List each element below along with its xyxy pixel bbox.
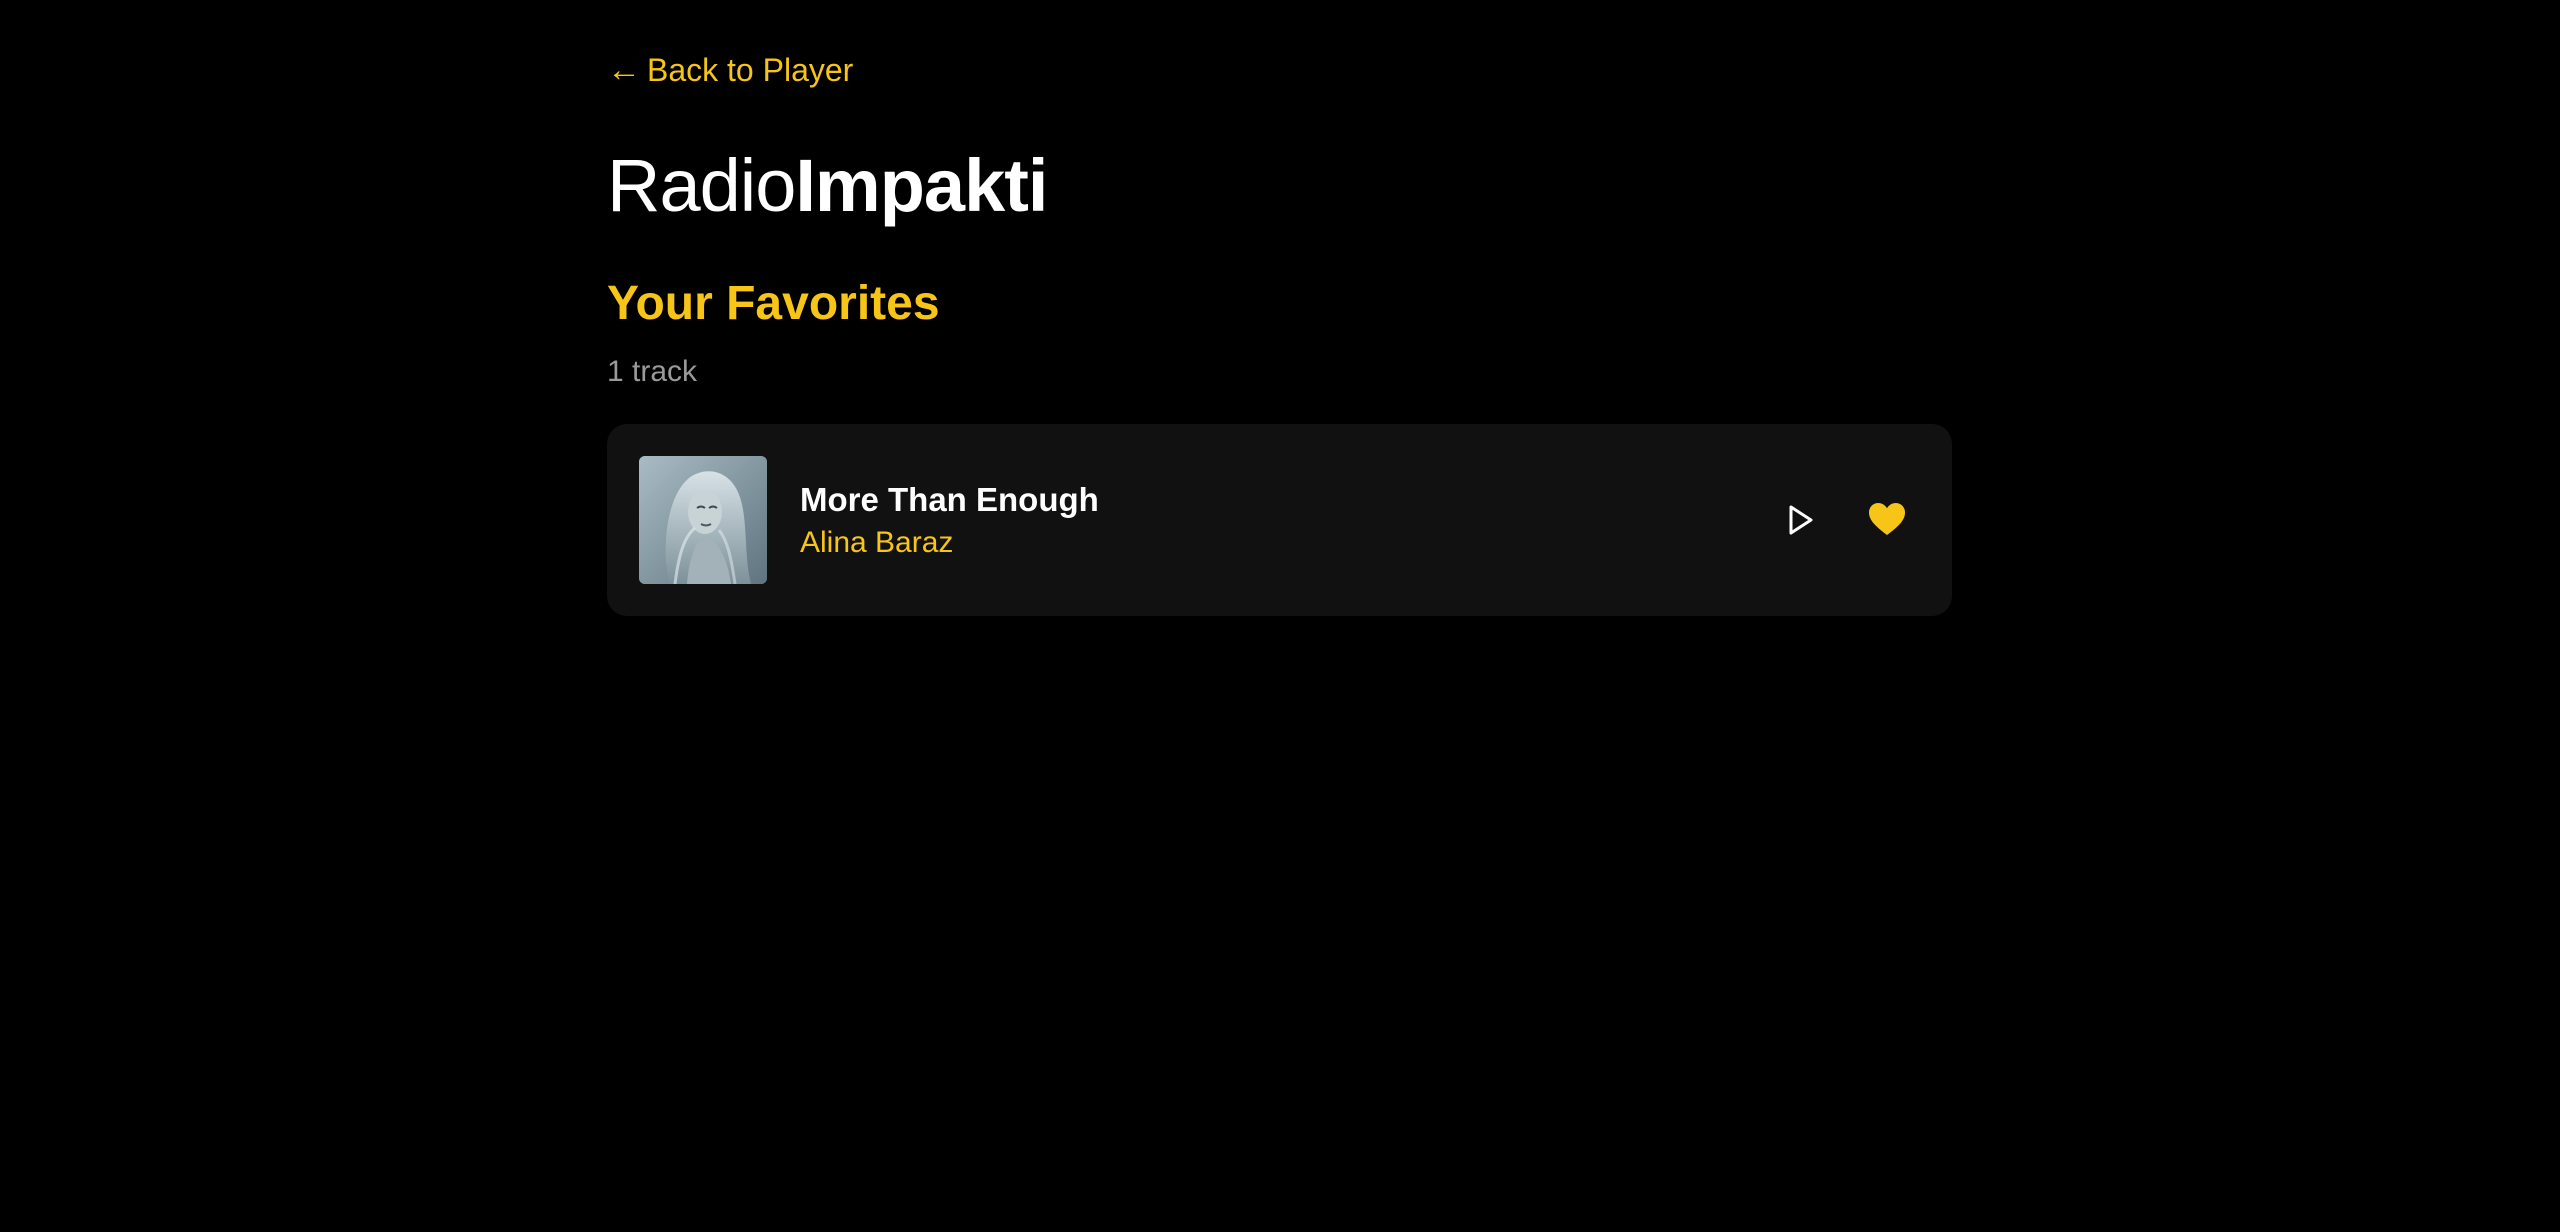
track-artist[interactable]: Alina Baraz xyxy=(800,524,953,562)
back-to-player-link[interactable]: ← Back to Player xyxy=(607,50,853,90)
arrow-left-icon: ← xyxy=(607,51,641,89)
brand-logo-bold: Impakti xyxy=(795,144,1048,227)
play-icon xyxy=(1789,505,1813,535)
brand-logo-light: Radio xyxy=(607,144,796,227)
track-title: More Than Enough xyxy=(800,481,1099,518)
heart-filled-icon xyxy=(1869,503,1905,535)
back-link-label: Back to Player xyxy=(647,52,854,88)
favorite-toggle-button[interactable] xyxy=(1861,494,1913,546)
play-button[interactable] xyxy=(1774,494,1826,546)
track-count: 1 track xyxy=(607,355,698,388)
page-title: Your Favorites xyxy=(607,277,940,330)
track-row[interactable]: More Than Enough Alina Baraz xyxy=(607,424,1952,616)
brand-logo: RadioImpakti xyxy=(607,140,1048,232)
album-cover-image xyxy=(639,456,767,584)
